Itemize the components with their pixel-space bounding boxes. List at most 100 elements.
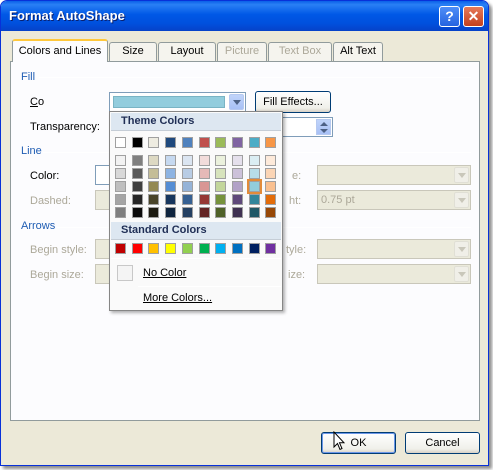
- transparency-spinner[interactable]: [277, 117, 333, 137]
- theme-shade-swatch[interactable]: [115, 194, 126, 205]
- theme-color-swatch[interactable]: [181, 137, 193, 148]
- tab-size[interactable]: Size: [109, 42, 157, 61]
- chevron-down-icon[interactable]: [229, 94, 244, 110]
- theme-shade-swatch[interactable]: [265, 181, 277, 192]
- theme-shade-swatch[interactable]: [181, 155, 193, 166]
- theme-shade-swatch[interactable]: [198, 207, 210, 218]
- fill-color-swatch: [113, 96, 225, 108]
- standard-colors-header: Standard Colors: [111, 222, 281, 240]
- theme-shade-swatch[interactable]: [115, 181, 126, 192]
- theme-shade-swatch[interactable]: [181, 207, 193, 218]
- no-color-item[interactable]: No Color: [111, 261, 281, 285]
- theme-shade-swatch[interactable]: [198, 168, 210, 179]
- theme-color-swatch[interactable]: [215, 137, 227, 148]
- theme-shade-swatch[interactable]: [231, 194, 243, 205]
- theme-shade-swatch[interactable]: [131, 194, 143, 205]
- theme-shade-swatch[interactable]: [265, 207, 277, 218]
- format-autoshape-dialog: Format AutoShape ? ✕ Colors and Lines Si…: [0, 0, 489, 466]
- theme-shade-swatch[interactable]: [115, 207, 126, 218]
- theme-color-swatch[interactable]: [131, 137, 143, 148]
- theme-color-swatch[interactable]: [148, 137, 160, 148]
- standard-color-swatch[interactable]: [165, 243, 177, 254]
- theme-shade-swatch[interactable]: [165, 168, 177, 179]
- theme-shade-swatch[interactable]: [215, 194, 227, 205]
- theme-shade-swatch[interactable]: [148, 194, 160, 205]
- theme-shade-swatch[interactable]: [215, 207, 227, 218]
- standard-color-swatch[interactable]: [198, 243, 210, 254]
- tab-picture: Picture: [217, 42, 267, 61]
- theme-shade-swatch[interactable]: [165, 155, 177, 166]
- theme-shade-swatch[interactable]: [265, 155, 277, 166]
- more-colors-item[interactable]: More Colors...: [111, 286, 281, 310]
- line-color-label: Color:: [30, 170, 60, 182]
- theme-shade-swatch[interactable]: [215, 181, 227, 192]
- theme-shade-swatch[interactable]: [165, 181, 177, 192]
- dashed-label: Dashed:: [30, 195, 71, 207]
- tab-layout[interactable]: Layout: [158, 42, 216, 61]
- theme-shade-swatch[interactable]: [265, 168, 277, 179]
- theme-shade-swatch[interactable]: [131, 181, 143, 192]
- theme-shade-swatch[interactable]: [248, 207, 260, 218]
- theme-shade-swatch[interactable]: [265, 194, 277, 205]
- theme-shade-swatch[interactable]: [248, 168, 260, 179]
- help-button[interactable]: ?: [439, 6, 460, 27]
- theme-color-swatch[interactable]: [231, 137, 243, 148]
- tab-text-box: Text Box: [268, 42, 332, 61]
- close-button[interactable]: ✕: [463, 6, 484, 27]
- theme-shade-swatch[interactable]: [231, 181, 243, 192]
- theme-shade-swatch[interactable]: [131, 168, 143, 179]
- theme-shade-swatch[interactable]: [115, 155, 126, 166]
- theme-shade-swatch[interactable]: [148, 207, 160, 218]
- theme-color-swatch[interactable]: [198, 137, 210, 148]
- standard-color-swatch[interactable]: [181, 243, 193, 254]
- no-color-label: No Color: [143, 267, 187, 279]
- popup-separator: [111, 258, 281, 259]
- theme-shade-swatch[interactable]: [198, 181, 210, 192]
- theme-shade-swatch[interactable]: [148, 168, 160, 179]
- end-size-label: ize:: [288, 269, 306, 281]
- theme-shade-swatch[interactable]: [246, 179, 262, 194]
- mouse-pointer-icon: [333, 431, 345, 451]
- theme-shade-swatch[interactable]: [215, 155, 227, 166]
- fill-color-label: Co: [30, 96, 45, 108]
- theme-shade-swatch[interactable]: [148, 155, 160, 166]
- theme-color-swatch[interactable]: [165, 137, 177, 148]
- theme-color-swatch[interactable]: [248, 137, 260, 148]
- fill-color-dropdown[interactable]: [109, 92, 246, 112]
- standard-color-swatch[interactable]: [231, 243, 243, 254]
- theme-shade-swatch[interactable]: [181, 181, 193, 192]
- theme-shade-swatch[interactable]: [165, 207, 177, 218]
- tab-alt-text[interactable]: Alt Text: [333, 42, 383, 61]
- theme-color-swatch[interactable]: [265, 137, 277, 148]
- title-bar[interactable]: Format AutoShape ? ✕: [1, 1, 488, 31]
- standard-color-swatch[interactable]: [215, 243, 227, 254]
- theme-shade-swatch[interactable]: [131, 207, 143, 218]
- standard-color-swatch[interactable]: [131, 243, 143, 254]
- line-style-label: e:: [292, 170, 302, 182]
- chevron-down-icon: [454, 167, 469, 183]
- theme-shade-swatch[interactable]: [181, 194, 193, 205]
- theme-shade-swatch[interactable]: [115, 168, 126, 179]
- fill-effects-button[interactable]: Fill Effects...: [255, 91, 331, 113]
- standard-color-swatch[interactable]: [265, 243, 277, 254]
- theme-shade-swatch[interactable]: [248, 155, 260, 166]
- theme-shade-swatch[interactable]: [231, 168, 243, 179]
- standard-color-swatch[interactable]: [248, 243, 260, 254]
- theme-shade-swatch[interactable]: [198, 194, 210, 205]
- theme-shade-swatch[interactable]: [198, 155, 210, 166]
- theme-color-swatch[interactable]: [115, 137, 126, 148]
- theme-shade-swatch[interactable]: [231, 207, 243, 218]
- theme-shade-swatch[interactable]: [131, 155, 143, 166]
- theme-shade-swatch[interactable]: [215, 168, 227, 179]
- standard-color-swatch[interactable]: [115, 243, 126, 254]
- theme-shade-swatch[interactable]: [231, 155, 243, 166]
- tab-colors-and-lines[interactable]: Colors and Lines: [12, 39, 108, 62]
- standard-color-swatch[interactable]: [148, 243, 160, 254]
- theme-shade-swatch[interactable]: [148, 181, 160, 192]
- theme-shade-swatch[interactable]: [181, 168, 193, 179]
- cancel-button[interactable]: Cancel: [405, 432, 480, 454]
- begin-size-label: Begin size:: [30, 269, 84, 281]
- theme-shade-swatch[interactable]: [165, 194, 177, 205]
- spinner-icon[interactable]: [316, 119, 331, 135]
- theme-shade-swatch[interactable]: [248, 194, 260, 205]
